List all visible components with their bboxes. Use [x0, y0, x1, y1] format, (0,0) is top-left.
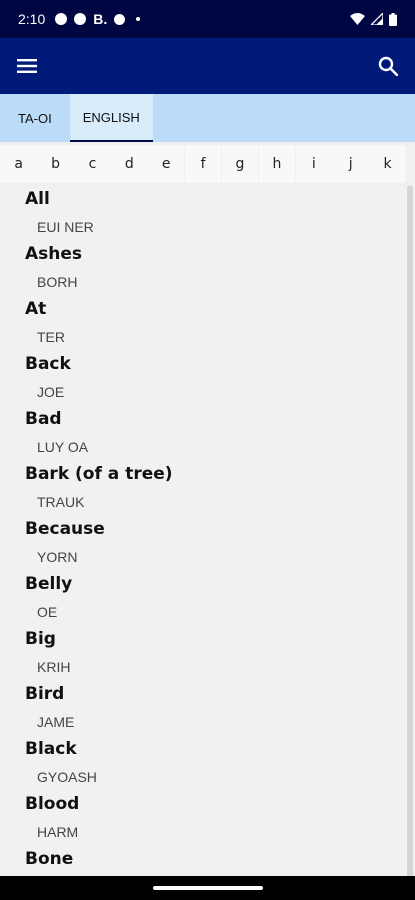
alphabet-letter-i[interactable]: i [295, 145, 333, 183]
system-nav-bar [0, 876, 415, 900]
list-item[interactable]: Bird JAME [0, 681, 415, 736]
list-item[interactable]: Bone [0, 846, 415, 873]
alphabet-letter-j[interactable]: j [332, 145, 369, 183]
entry-translation: JOE [37, 384, 65, 400]
list-item[interactable]: Back JOE [0, 351, 415, 406]
entry-word: Big [25, 629, 56, 649]
entry-translation: KRIH [37, 659, 71, 675]
pinterest-icon [114, 13, 126, 25]
list-item[interactable]: Black GYOASH [0, 736, 415, 791]
b-icon: B. [93, 11, 108, 27]
search-icon[interactable] [378, 56, 398, 76]
entry-translation: BORH [37, 274, 78, 290]
wifi-icon [350, 12, 365, 25]
alphabet-letter-g[interactable]: g [221, 145, 259, 183]
language-tabs: TA-OI ENGLISH [0, 94, 415, 142]
entry-word: Belly [25, 574, 73, 594]
alphabet-letter-d[interactable]: d [111, 145, 148, 183]
home-gesture-handle[interactable] [153, 886, 263, 890]
alphabet-letter-h[interactable]: h [258, 145, 296, 183]
entry-word: Bad [25, 409, 62, 429]
entry-translation: JAME [37, 714, 75, 730]
entry-translation: OE [37, 604, 58, 620]
list-item[interactable]: Blood HARM [0, 791, 415, 846]
entry-word: Blood [25, 794, 80, 814]
status-bar: 2:10 B. [0, 0, 415, 38]
status-time: 2:10 [18, 11, 46, 27]
signal-icon [371, 13, 383, 25]
hamburger-menu-icon[interactable] [17, 58, 37, 74]
entry-translation: YORN [37, 549, 78, 565]
entry-word: Bone [25, 849, 74, 869]
dot-icon [136, 17, 141, 21]
alphabet-letter-e[interactable]: e [147, 145, 185, 183]
alphabet-letter-f[interactable]: f [184, 145, 222, 183]
entry-word: Ashes [25, 244, 83, 264]
word-list[interactable]: All EUI NER Ashes BORH At TER Back JOE B… [0, 186, 415, 876]
messenger-icon [55, 13, 68, 25]
notification-icon [74, 13, 87, 25]
list-item[interactable]: All EUI NER [0, 186, 415, 241]
entry-translation: HARM [37, 824, 79, 840]
list-item[interactable]: At TER [0, 296, 415, 351]
list-item[interactable]: Because YORN [0, 516, 415, 571]
alphabet-letter-b[interactable]: b [37, 145, 74, 183]
entry-translation: LUY OA [37, 439, 89, 455]
entry-translation: TER [37, 329, 65, 345]
entry-word: Because [25, 519, 105, 539]
entry-word: Back [25, 354, 71, 374]
entry-word: All [25, 189, 50, 209]
scrollbar[interactable] [407, 186, 413, 876]
list-item[interactable]: Bark (of a tree) TRAUK [0, 461, 415, 516]
list-item[interactable]: Ashes BORH [0, 241, 415, 296]
list-item[interactable]: Belly OE [0, 571, 415, 626]
alphabet-letter-k[interactable]: k [369, 145, 406, 183]
entry-word: Black [25, 739, 77, 759]
entry-translation: TRAUK [37, 494, 85, 510]
tab-english[interactable]: ENGLISH [69, 94, 153, 142]
entry-word: At [25, 299, 47, 319]
list-item[interactable]: Big KRIH [0, 626, 415, 681]
alphabet-letter-a[interactable]: a [0, 145, 37, 183]
entry-translation: GYOASH [37, 769, 97, 785]
app-bar [0, 38, 415, 94]
entry-word: Bird [25, 684, 65, 704]
entry-translation: EUI NER [37, 219, 94, 235]
entry-word: Bark (of a tree) [25, 464, 173, 484]
list-item[interactable]: Bad LUY OA [0, 406, 415, 461]
alphabet-letter-c[interactable]: c [74, 145, 111, 183]
tab-ta-oi[interactable]: TA-OI [0, 94, 70, 142]
battery-icon [389, 12, 397, 26]
alphabet-index-bar: a b c d e f g h i j k [0, 142, 415, 186]
